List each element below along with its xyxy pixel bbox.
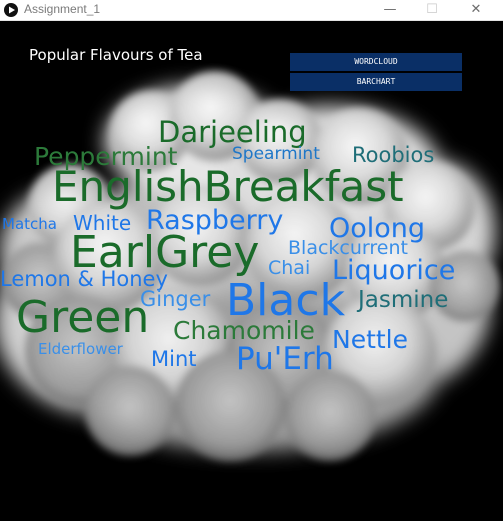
- word-darjeeling: Darjeeling: [158, 115, 307, 149]
- word-mint: Mint: [151, 347, 197, 371]
- window-title-bar: Assignment_1 — ☐ ✕: [0, 0, 503, 21]
- minimize-button[interactable]: —: [368, 0, 412, 20]
- word-chamomile: Chamomile: [173, 316, 315, 345]
- word-jasmine: Jasmine: [358, 287, 449, 313]
- close-button[interactable]: ✕: [454, 0, 498, 20]
- window-title: Assignment_1: [24, 2, 101, 16]
- page-title: Popular Flavours of Tea: [29, 46, 203, 64]
- word-ginger: Ginger: [140, 287, 211, 311]
- word-elderflower: Elderflower: [38, 340, 123, 358]
- word-spearmint: Spearmint: [232, 144, 320, 164]
- word-green: Green: [16, 292, 150, 343]
- wordcloud-button[interactable]: WORDCLOUD: [290, 53, 462, 71]
- word-liquorice: Liquorice: [332, 255, 456, 286]
- sketch-canvas: Popular Flavours of Tea WORDCLOUD BARCHA…: [0, 21, 503, 521]
- app-icon: [4, 3, 18, 17]
- word-englishbreakfast: EnglishBreakfast: [52, 162, 404, 211]
- word-puerh: Pu'Erh: [236, 341, 334, 377]
- barchart-button[interactable]: BARCHART: [290, 73, 462, 91]
- word-nettle: Nettle: [332, 325, 409, 354]
- word-matcha: Matcha: [2, 215, 57, 233]
- maximize-button[interactable]: ☐: [410, 0, 454, 20]
